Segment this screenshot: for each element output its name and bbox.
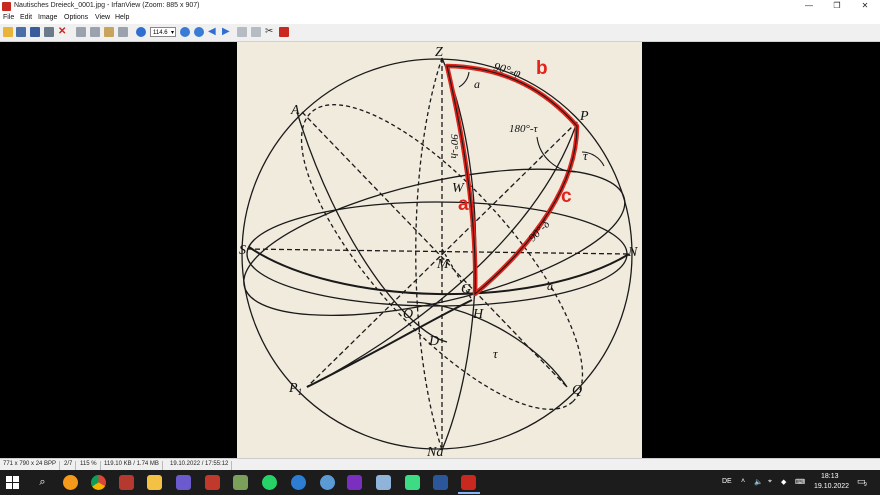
active-app-indicator	[458, 492, 480, 494]
copy-icon[interactable]	[90, 27, 100, 37]
chevron-up-icon[interactable]: ˄	[741, 478, 745, 485]
label-tau-bottom: τ	[493, 346, 499, 361]
status-datetime: 19.10.2022 / 17:55:12	[167, 461, 233, 470]
irfanview-logo-icon[interactable]	[279, 27, 289, 37]
annotation-b: b	[536, 58, 548, 79]
nautical-triangle-diagram: Z A P S N M W G H O D P1 Q Na a a τ τ 90…	[239, 45, 638, 458]
menu-image[interactable]: Image	[38, 14, 57, 21]
label-Q: Q	[572, 383, 582, 398]
app-icon-grid[interactable]	[176, 475, 191, 490]
previous-icon[interactable]: ◀	[208, 27, 218, 37]
move-to-icon[interactable]	[251, 27, 261, 37]
clock-date[interactable]: 19.10.2022	[814, 483, 849, 490]
menu-edit[interactable]: Edit	[20, 14, 32, 21]
dropbox-icon[interactable]: ◆	[781, 478, 786, 486]
label-G: G	[461, 282, 471, 297]
keyboard-icon[interactable]: ⌨	[795, 478, 805, 486]
label-alpha-top: a	[474, 77, 480, 91]
close-button[interactable]: ✕	[852, 0, 878, 13]
label-O: O	[403, 307, 413, 322]
status-zoom: 115 %	[77, 461, 101, 470]
info-icon[interactable]	[136, 27, 146, 37]
zoom-value: 114.6	[153, 30, 168, 36]
android-icon[interactable]	[405, 475, 420, 490]
label-Z: Z	[435, 45, 443, 60]
copy-to-icon[interactable]	[237, 27, 247, 37]
label-tau-right: τ	[583, 148, 589, 163]
paste-icon[interactable]	[104, 27, 114, 37]
cut-icon[interactable]	[76, 27, 86, 37]
windows-start-icon[interactable]	[6, 476, 19, 489]
zoom-select[interactable]: 114.6 ▾	[150, 27, 176, 37]
onenote-icon[interactable]	[347, 475, 362, 490]
label-M: M	[436, 257, 450, 272]
menu-view[interactable]: View	[95, 14, 110, 21]
label-S: S	[239, 243, 246, 258]
language-indicator[interactable]: DE	[722, 478, 732, 485]
label-P: P	[579, 109, 589, 124]
maximize-button[interactable]: ❐	[824, 0, 850, 13]
speaker-icon[interactable]: 🔈	[754, 478, 763, 486]
annotation-a: a	[458, 194, 469, 215]
label-Na: Na	[426, 445, 443, 458]
app-icon-image[interactable]	[233, 475, 248, 490]
undo-icon[interactable]	[118, 27, 128, 37]
minimize-button[interactable]: —	[796, 0, 822, 13]
label-A: A	[290, 103, 300, 118]
app-icon-magnifier[interactable]	[320, 475, 335, 490]
menu-help[interactable]: Help	[115, 14, 129, 21]
delete-icon[interactable]: ✕	[58, 27, 68, 37]
window-title: Nautisches Dreieck_0001.jpg - IrfanView …	[14, 2, 200, 9]
app-icon-window[interactable]	[376, 475, 391, 490]
app-icon-globe[interactable]	[291, 475, 306, 490]
menu-file[interactable]: File	[3, 14, 14, 21]
save-icon[interactable]	[30, 27, 40, 37]
thumbnails-icon[interactable]	[16, 27, 26, 37]
title-bar: Nautisches Dreieck_0001.jpg - IrfanView …	[0, 0, 880, 14]
annotation-c: c	[561, 186, 572, 207]
word-icon[interactable]	[433, 475, 448, 490]
everything-search-icon[interactable]	[63, 475, 78, 490]
label-90-delta: 90°-δ	[527, 218, 553, 244]
clock-time[interactable]: 18:13	[821, 473, 839, 480]
irfanview-app-icon[interactable]	[2, 2, 11, 11]
next-icon[interactable]: ▶	[222, 27, 232, 37]
app-icon-red[interactable]	[119, 475, 134, 490]
chevron-down-icon: ▾	[170, 30, 174, 36]
label-90-h: 90°-h	[448, 134, 460, 159]
app-icon-briefcase[interactable]	[205, 475, 220, 490]
file-explorer-icon[interactable]	[147, 475, 162, 490]
displayed-image: Z A P S N M W G H O D P1 Q Na a a τ τ 90…	[237, 42, 642, 458]
menu-bar: File Edit Image Options View Help	[0, 13, 880, 24]
label-H: H	[472, 307, 484, 322]
irfanview-taskbar-icon[interactable]	[461, 475, 476, 490]
label-D: D	[428, 334, 439, 349]
label-alpha-right: a	[547, 279, 553, 293]
zoom-out-icon[interactable]	[194, 27, 204, 37]
settings-tools-icon[interactable]: ✂	[265, 27, 275, 37]
status-index: 2/7	[61, 461, 77, 470]
search-icon[interactable]: ⌕	[35, 475, 50, 490]
network-icon[interactable]: ⌖	[768, 478, 772, 486]
label-180-tau: 180°-τ	[509, 123, 539, 135]
toolbar: ✕ 114.6 ▾ ◀ ▶ ✂	[0, 24, 880, 42]
print-icon[interactable]	[44, 27, 54, 37]
status-size: 119.10 KB / 1.74 MB	[101, 461, 163, 470]
taskbar: ⌕ DE ˄ 🔈 ⌖ ◆ ⌨ 18:13 19.10.2022 ▭ 9	[0, 470, 880, 495]
label-P1: P1	[288, 381, 302, 397]
status-dimensions: 771 x 790 x 24 BPP	[0, 461, 61, 470]
notification-count: 9	[864, 482, 867, 488]
open-folder-icon[interactable]	[3, 27, 13, 37]
label-N: N	[627, 245, 638, 260]
chrome-icon[interactable]	[91, 475, 106, 490]
image-viewer[interactable]: Z A P S N M W G H O D P1 Q Na a a τ τ 90…	[0, 42, 880, 458]
menu-options[interactable]: Options	[64, 14, 88, 21]
whatsapp-icon[interactable]	[262, 475, 277, 490]
zoom-in-icon[interactable]	[180, 27, 190, 37]
